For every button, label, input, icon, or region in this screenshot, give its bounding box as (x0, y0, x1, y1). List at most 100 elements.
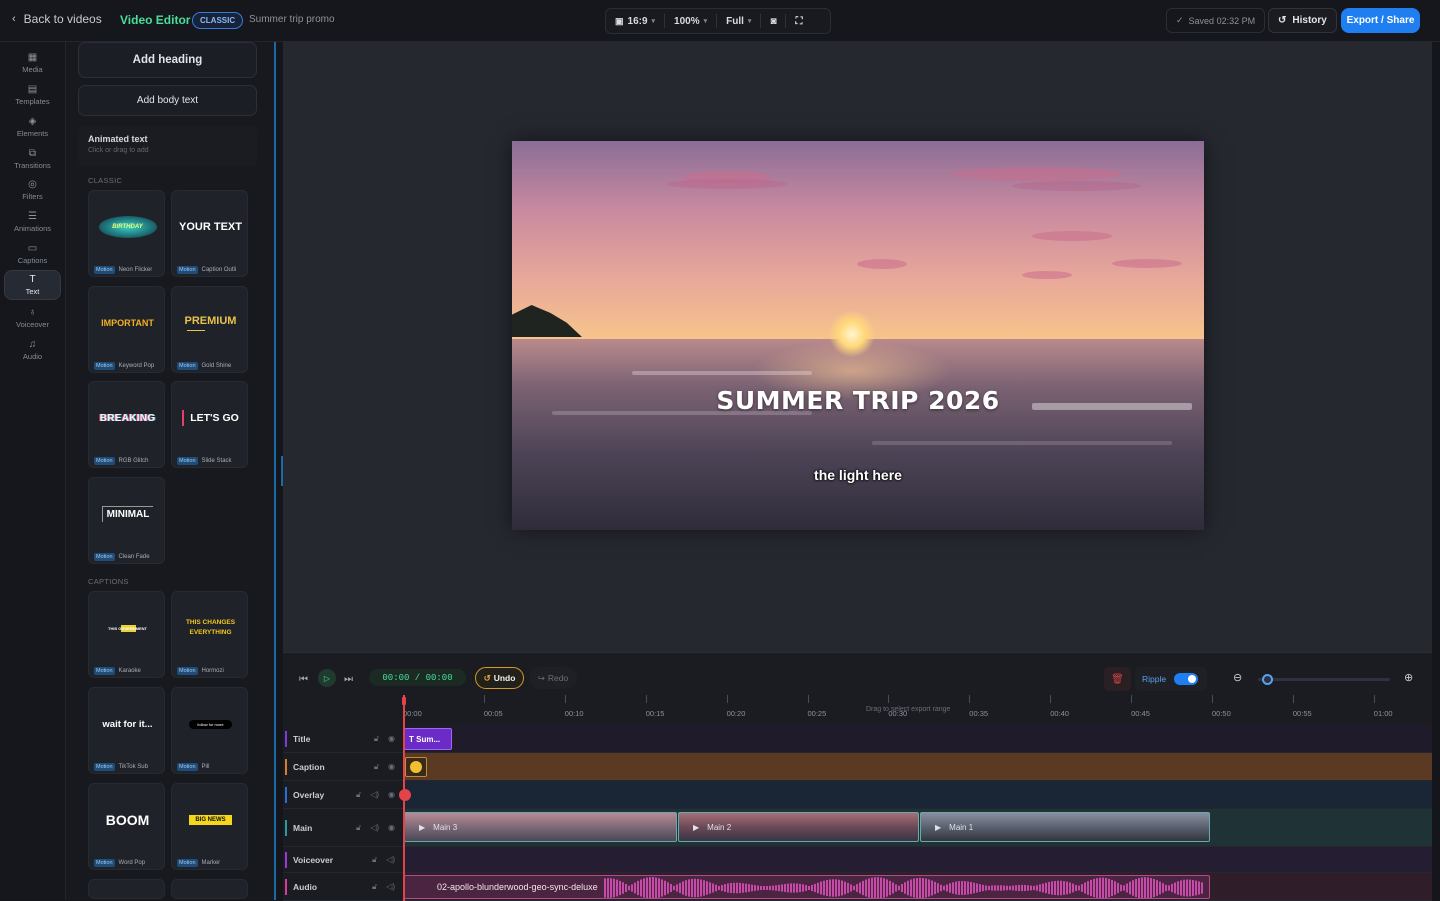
text-preset-card[interactable]: LET'S GO Motion Slide Stack (171, 381, 248, 468)
main-clip[interactable]: ▶ Main 2 (678, 812, 919, 842)
ruler-label: 00:45 (1131, 709, 1150, 718)
rail-item-audio[interactable]: ♫ Audio (4, 335, 61, 365)
ruler-tick (726, 695, 728, 703)
text-preset-card[interactable]: BIRTHDAY Motion Neon Flicker (88, 190, 165, 277)
undo-button[interactable]: ↺ Undo (475, 667, 524, 689)
lock-icon[interactable]: 🔓︎ (374, 734, 379, 744)
text-preset-card[interactable]: PREMIUM Motion Gold Shine (171, 286, 248, 373)
track-lane[interactable]: ▶ Main 3 ▶ Main 2 ▶ Main 1 (403, 809, 1432, 847)
play-button[interactable]: ▷ (318, 669, 336, 687)
lock-icon[interactable]: 🔓︎ (372, 855, 377, 865)
ruler-label: 00:40 (1050, 709, 1069, 718)
caption-preset-card[interactable] (88, 879, 165, 899)
caption-preset-card[interactable]: BIG NEWS Motion Marker (171, 783, 248, 870)
aspect-ratio-dropdown[interactable]: ▣ 16:9 ▾ (606, 9, 664, 33)
preset-preview: BREAKING (99, 412, 156, 424)
zoom-in-button[interactable]: ⊕ (1404, 671, 1413, 684)
rail-item-text[interactable]: T Text (4, 270, 61, 300)
speaker-icon[interactable]: ◁) (386, 882, 395, 892)
caption-preset-card[interactable]: follow for more Motion Pill (171, 687, 248, 774)
layers-icon: ◈ (28, 115, 37, 127)
playhead-handle[interactable] (402, 697, 406, 705)
export-share-button[interactable]: Export / Share (1341, 8, 1420, 33)
skip-forward-button[interactable]: ⏭ (344, 669, 353, 689)
snapshot-button[interactable]: ◙ (761, 9, 785, 33)
text-preset-card[interactable]: YOUR TEXT Motion Caption Outli (171, 190, 248, 277)
eye-icon[interactable]: ◉ (388, 762, 395, 772)
playhead[interactable] (403, 695, 405, 901)
video-preview[interactable]: SUMMER TRIP 2026 the light here (512, 141, 1204, 530)
quality-dropdown[interactable]: Full ▾ (717, 9, 760, 33)
caption-preset-card[interactable]: THIS GOVERNMENT Motion Karaoke (88, 591, 165, 678)
toggle-switch[interactable] (1174, 673, 1199, 685)
zoom-out-button[interactable]: ⊖ (1233, 671, 1242, 684)
fullscreen-button[interactable]: ⛶ (786, 9, 811, 33)
caption-preset-card[interactable]: THIS CHANGES EVERYTHING Motion Hormozi (171, 591, 248, 678)
rail-item-elements[interactable]: ◈ Elements (4, 112, 61, 142)
rail-item-templates[interactable]: ▤ Templates (4, 80, 61, 110)
zoom-dropdown[interactable]: 100% ▾ (665, 9, 716, 33)
trash-icon: 🗑 (1111, 673, 1124, 685)
ruler-tick (1373, 695, 1375, 703)
caption-preset-card[interactable]: wait for it... Motion TikTok Sub (88, 687, 165, 774)
eye-icon[interactable]: ◉ (388, 790, 395, 800)
lock-icon[interactable]: 🔓︎ (356, 790, 361, 800)
back-to-videos-link[interactable]: ‹ Back to videos (12, 12, 102, 26)
text-preset-card[interactable]: IMPORTANT Motion Keyword Pop (88, 286, 165, 373)
eye-icon[interactable]: ◉ (388, 734, 395, 744)
audio-clip[interactable]: 02-apollo-blunderwood-geo-sync-deluxe (404, 875, 1210, 899)
speaker-icon[interactable]: ◁) (386, 855, 395, 865)
track-color-bar (285, 786, 287, 803)
skip-back-button[interactable]: ⏮ (299, 669, 308, 689)
main-clip[interactable]: ▶ Main 3 (404, 812, 677, 842)
time-ruler[interactable]: Drag to select export range 00:00 00:05 00… (403, 695, 1432, 725)
add-body-text-button[interactable]: Add body text (78, 85, 257, 116)
preset-preview: BOOM (105, 812, 150, 828)
main-clip[interactable]: ▶ Main 1 (920, 812, 1210, 842)
rail-item-media[interactable]: ▦ Media (4, 48, 61, 78)
preset-name: Hormozi (201, 668, 224, 674)
motion-tag: Motion (94, 362, 115, 370)
speaker-icon[interactable]: ◁) (370, 823, 379, 833)
track-lane[interactable] (403, 847, 1432, 873)
caption-clip[interactable] (405, 757, 427, 777)
rail-item-voiceover[interactable]: ♁ Voiceover (4, 303, 61, 333)
video-title-overlay[interactable]: SUMMER TRIP 2026 (512, 386, 1204, 415)
track-lane[interactable]: 02-apollo-blunderwood-geo-sync-deluxe (403, 873, 1432, 901)
track-title: Title 🔓︎ ◉ T Sum... (283, 725, 1432, 753)
eye-icon[interactable]: ◉ (388, 823, 395, 833)
lock-icon[interactable]: 🔓︎ (372, 882, 377, 892)
preset-preview: follow for more (172, 688, 247, 760)
track-audio: Audio 🔓︎ ◁) 02-apollo-blunderwood-geo-syn… (283, 873, 1432, 901)
redo-button[interactable]: ↪ Redo (529, 667, 577, 689)
track-lane[interactable] (403, 753, 1432, 781)
history-button[interactable]: ↺ History (1268, 8, 1337, 33)
track-lane[interactable] (399, 781, 1432, 809)
aspect-ratio-value: 16:9 (627, 15, 648, 27)
rail-item-captions[interactable]: ▭ Captions (4, 239, 61, 269)
track-lane[interactable]: T Sum... (403, 725, 1432, 753)
rail-item-animations[interactable]: ☰ Animations (4, 207, 61, 237)
title-clip[interactable]: T Sum... (404, 728, 452, 750)
text-preset-card[interactable]: MINIMAL Motion Clean Fade (88, 477, 165, 564)
add-heading-button[interactable]: Add heading (78, 42, 257, 78)
lock-icon[interactable]: 🔓︎ (374, 762, 379, 772)
caption-preset-card[interactable]: BOOM Motion Word Pop (88, 783, 165, 870)
video-caption-overlay[interactable]: the light here (512, 467, 1204, 483)
redo-icon: ↪ (537, 672, 545, 683)
zoom-slider[interactable] (1258, 674, 1390, 685)
ripple-toggle[interactable]: Ripple (1135, 667, 1207, 691)
templates-icon: ▤ (27, 83, 38, 95)
project-name[interactable]: Summer trip promo (249, 14, 335, 25)
cloud (1032, 231, 1112, 241)
delete-button[interactable]: 🗑 (1104, 667, 1131, 691)
caption-preset-card[interactable] (171, 879, 248, 899)
speaker-icon[interactable]: ◁) (370, 790, 379, 800)
preset-preview: YOUR TEXT (179, 221, 242, 233)
rail-item-transitions[interactable]: ⧉ Transitions (4, 144, 61, 174)
rail-item-filters[interactable]: ◎ Filters (4, 175, 61, 205)
lock-icon[interactable]: 🔓︎ (356, 823, 361, 833)
overlay-marker[interactable] (399, 789, 411, 801)
text-preset-card[interactable]: BREAKING Motion RGB Glitch (88, 381, 165, 468)
zoom-slider-knob[interactable] (1262, 674, 1273, 685)
